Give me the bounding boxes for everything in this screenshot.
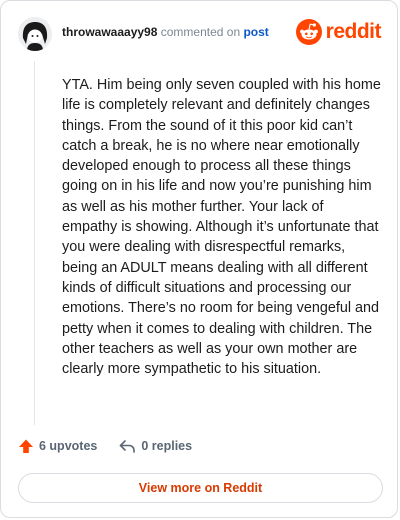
- reddit-wordmark: reddit: [325, 20, 382, 43]
- comment-body: YTA. Him being only seven coupled with h…: [62, 77, 381, 378]
- user-avatar[interactable]: [18, 17, 52, 51]
- upvote-count: 6 upvotes: [39, 439, 98, 453]
- post-link[interactable]: post: [243, 25, 268, 39]
- username[interactable]: throwawaaayy98: [62, 25, 157, 39]
- avatar-illustration-icon: [18, 17, 52, 51]
- comment-embed-card: throwawaaayy98 commented on post reddit …: [0, 0, 398, 518]
- view-more-button[interactable]: View more on Reddit: [18, 473, 383, 503]
- commented-on-label: commented on: [160, 25, 241, 39]
- reply-button[interactable]: 0 replies: [118, 438, 192, 454]
- thread-line[interactable]: [34, 61, 35, 425]
- upvote-arrow-icon: [19, 439, 33, 453]
- reddit-snoo-icon: [295, 19, 322, 45]
- reddit-logo[interactable]: reddit: [295, 19, 382, 45]
- reply-arrow-icon: [120, 440, 136, 453]
- upvote-button[interactable]: 6 upvotes: [18, 438, 97, 454]
- reply-count: 0 replies: [141, 439, 193, 453]
- comment-actions: 6 upvotes 0 replies: [18, 438, 192, 454]
- comment-header: throwawaaayy98 commented on post: [62, 25, 269, 39]
